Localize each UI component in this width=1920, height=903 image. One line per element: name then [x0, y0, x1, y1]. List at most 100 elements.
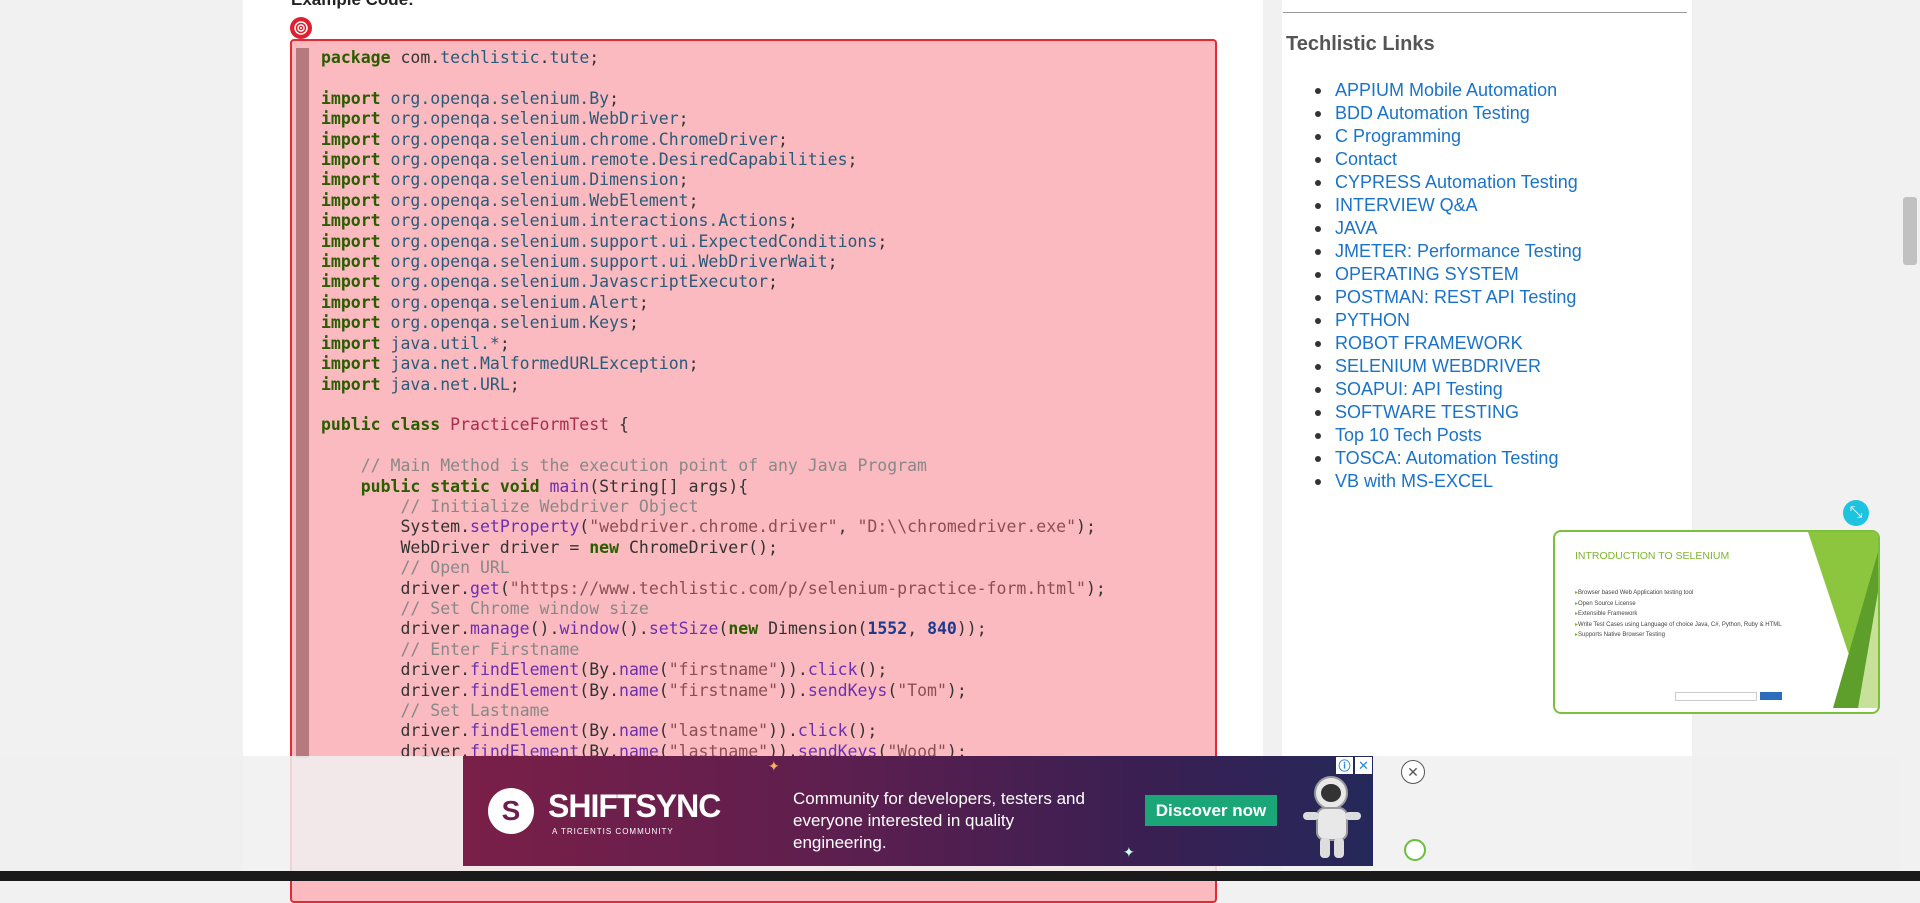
code-token: import — [321, 272, 391, 292]
sidebar-link[interactable]: OPERATING SYSTEM — [1315, 263, 1582, 286]
slide-input-box — [1675, 692, 1757, 701]
pin-icon[interactable] — [290, 17, 312, 39]
page-scrollbar[interactable] — [1900, 0, 1920, 881]
code-token: ( — [718, 619, 729, 639]
slide-decoration-shape — [1808, 532, 1878, 708]
code-line: System.setProperty("webdriver.chrome.dri… — [321, 517, 1096, 537]
sidebar-link[interactable]: JAVA — [1315, 217, 1582, 240]
code-token: )). — [778, 680, 808, 700]
code-line: public static void main(String[] args){ — [321, 477, 748, 496]
code-token: ; — [827, 252, 838, 272]
code-token: ); — [946, 680, 967, 700]
code-token: "D:\\chromedriver.exe" — [857, 517, 1077, 537]
video-close-button[interactable]: ⤡ — [1843, 500, 1869, 526]
sidebar-link[interactable]: SOAPUI: API Testing — [1315, 378, 1582, 401]
code-token: findElement — [470, 660, 580, 680]
slide-title: INTRODUCTION TO SELENIUM — [1575, 550, 1730, 562]
code-token: findElement — [470, 680, 580, 700]
code-token: click — [797, 721, 848, 741]
sidebar-link[interactable]: C Programming — [1315, 125, 1582, 148]
code-token: import — [321, 190, 391, 210]
code-line: import java.net.MalformedURLException; — [321, 354, 699, 373]
code-token: java.net.MalformedURLException — [390, 354, 689, 374]
code-token: System. — [321, 517, 471, 537]
code-token: // Set Chrome window size — [400, 598, 649, 618]
code-token: (String[] args){ — [589, 476, 749, 496]
sidebar-link[interactable]: SELENIUM WEBDRIVER — [1315, 355, 1582, 378]
video-thumbnail[interactable]: INTRODUCTION TO SELENIUM Browser based W… — [1553, 530, 1880, 714]
code-token: (). — [619, 619, 649, 639]
code-token: ( — [658, 680, 669, 700]
code-token: import — [321, 170, 391, 190]
code-token: ; — [847, 150, 858, 170]
code-token: (By. — [579, 721, 620, 741]
code-token: ( — [579, 517, 590, 537]
code-token: ; — [589, 48, 600, 67]
code-line: import org.openqa.selenium.support.ui.We… — [321, 252, 838, 271]
code-token: new — [728, 619, 769, 639]
code-line: // Set Chrome window size — [321, 598, 649, 618]
code-token: "lastname" — [668, 721, 769, 741]
code-token: org.openqa.selenium.support.ui.ExpectedC… — [390, 231, 878, 251]
sidebar-link[interactable]: PYTHON — [1315, 309, 1582, 332]
code-token: click — [807, 660, 858, 680]
code-token: org.openqa.selenium.chrome.ChromeDriver — [390, 129, 778, 149]
code-token: com. — [400, 48, 441, 67]
code-token: import — [321, 211, 391, 231]
sidebar-link[interactable]: POSTMAN: REST API Testing — [1315, 286, 1582, 309]
code-token: get — [470, 578, 500, 598]
sidebar-link[interactable]: TOSCA: Automation Testing — [1315, 447, 1582, 470]
scrollbar-thumb[interactable] — [1903, 197, 1917, 265]
ad-discover-button[interactable]: Discover now — [1145, 795, 1277, 826]
code-token: ; — [777, 129, 788, 149]
code-token: ); — [1085, 578, 1106, 598]
code-line: // Main Method is the execution point of… — [321, 456, 927, 475]
astronaut-icon — [1303, 776, 1361, 858]
code-line: // Enter Firstname — [321, 640, 579, 659]
code-token: org.openqa.selenium.WebDriver — [390, 109, 679, 129]
sidebar-link[interactable]: BDD Automation Testing — [1315, 102, 1582, 125]
code-token: name — [619, 721, 659, 741]
slide-bullet: Extensible Framework — [1575, 609, 1782, 620]
ad-text: Community for developers, testers and ev… — [793, 789, 1085, 852]
sidebar-link[interactable]: Top 10 Tech Posts — [1315, 424, 1582, 447]
sidebar-link[interactable]: CYPRESS Automation Testing — [1315, 171, 1582, 194]
code-token: org.openqa.selenium.Keys — [390, 313, 629, 333]
sidebar-link[interactable]: APPIUM Mobile Automation — [1315, 79, 1582, 102]
ad-x-icon[interactable]: ✕ — [1355, 757, 1372, 774]
code-token: ; — [638, 292, 649, 312]
code-token: java.util.* — [390, 333, 500, 353]
code-token: . — [539, 48, 550, 67]
ad-info-icon[interactable]: ⓘ — [1336, 757, 1353, 774]
code-token: import — [321, 88, 391, 108]
sidebar-link[interactable]: SOFTWARE TESTING — [1315, 401, 1582, 424]
code-token: ); — [1076, 517, 1096, 537]
code-token: "firstname" — [668, 660, 779, 680]
sidebar-link[interactable]: VB with MS-EXCEL — [1315, 470, 1582, 493]
code-token: ChromeDriver(); — [628, 537, 778, 557]
code-token: import — [321, 252, 391, 272]
ad-close-button[interactable]: ✕ — [1401, 760, 1425, 784]
sidebar-link[interactable]: Contact — [1315, 148, 1582, 171]
shiftsync-logo-icon: S — [488, 788, 534, 834]
code-token: org.openqa.selenium.WebElement — [390, 190, 689, 210]
code-token: { — [609, 415, 629, 435]
sidebar-link-list: APPIUM Mobile Automation BDD Automation T… — [1315, 79, 1582, 493]
code-token: main — [549, 476, 590, 496]
code-token: ; — [509, 374, 520, 394]
code-token: findElement — [470, 721, 580, 741]
ad-banner[interactable]: ✦ ✦ S SHIFTSYNC A TRICENTIS COMMUNITY Co… — [463, 756, 1373, 866]
code-line: import org.openqa.selenium.Alert; — [321, 293, 649, 312]
collapse-arrows-icon: ⤡ — [1849, 504, 1863, 521]
sidebar-link[interactable]: JMETER: Performance Testing — [1315, 240, 1582, 263]
code-line: import org.openqa.selenium.WebDriver; — [321, 109, 689, 128]
target-icon — [294, 21, 308, 35]
code-token: import — [321, 150, 391, 170]
sidebar-link[interactable]: INTERVIEW Q&A — [1315, 194, 1582, 217]
sidebar-link[interactable]: ROBOT FRAMEWORK — [1315, 332, 1582, 355]
code-token: package — [321, 48, 401, 67]
